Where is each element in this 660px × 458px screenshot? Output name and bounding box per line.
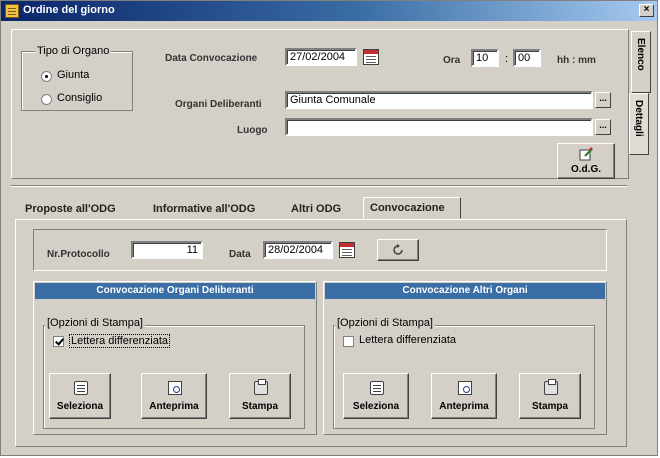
window-title: Ordine del giorno [23,4,115,16]
stampa-button-right[interactable]: Stampa [519,373,581,419]
seleziona-button-left[interactable]: Seleziona [49,373,111,419]
preview-icon [458,381,472,395]
select-icon [370,381,384,395]
side-tab-dettagli-label: Dettagli [633,100,644,137]
data-label: Data [229,249,251,260]
print-icon [544,379,558,395]
anteprima-button-right[interactable]: Anteprima [431,373,497,419]
stampa-label: Stampa [241,401,279,412]
protocollo-label: Nr.Protocollo [47,249,110,260]
ora-label: Ora [443,55,461,66]
tab-proposte[interactable]: Proposte all'ODG [19,199,122,221]
anteprima-button-left[interactable]: Anteprima [141,373,207,419]
tab-convocazione[interactable]: Convocazione [363,197,461,219]
data-protocollo-field[interactable]: 28/02/2004 [263,241,333,259]
ora-separator: : [505,53,509,65]
tab-informative[interactable]: Informative all'ODG [147,199,261,221]
document-edit-icon [579,147,593,161]
protocollo-field[interactable]: 11 [131,241,203,259]
divider [11,185,627,187]
radio-consiglio-label: Consiglio [57,92,103,104]
data-convocazione-label: Data Convocazione [165,53,258,64]
title-bar[interactable]: Ordine del giorno × [1,1,657,21]
organi-lookup-button[interactable]: ... [595,92,611,108]
side-tab-elenco[interactable]: Elenco [631,31,651,93]
close-button[interactable]: × [639,4,654,17]
ora-format-label: hh : mm [557,55,596,66]
radio-consiglio[interactable] [41,94,52,105]
calendar-icon[interactable] [339,242,355,258]
refresh-button[interactable] [377,239,419,261]
luogo-lookup-button[interactable]: ... [595,119,611,135]
preview-icon [168,381,182,395]
opzioni-stampa-legend-left: [Opzioni di Stampa] [45,317,145,329]
organi-deliberanti-field[interactable]: Giunta Comunale [285,91,593,109]
lettera-differenziata-checkbox-left[interactable] [53,336,64,347]
radio-giunta-label: Giunta [57,69,90,81]
data-convocazione-field[interactable]: 27/02/2004 [285,48,357,66]
tab-altri-odg[interactable]: Altri ODG [285,199,347,221]
anteprima-label: Anteprima [149,401,199,412]
refresh-icon [393,244,403,255]
organi-deliberanti-label: Organi Deliberanti [175,99,262,110]
anteprima-label: Anteprima [439,401,489,412]
panel-organi-deliberanti-header: Convocazione Organi Deliberanti [35,283,315,299]
lettera-differenziata-checkbox-right[interactable] [343,336,354,347]
opzioni-stampa-legend-right: [Opzioni di Stampa] [335,317,435,329]
calendar-icon[interactable] [363,49,379,65]
panel-altri-organi-header: Convocazione Altri Organi [325,283,605,299]
ordine-del-giorno-window: Ordine del giorno × Elenco Dettagli Tipo… [0,0,658,456]
lettera-differenziata-label-right: Lettera differenziata [359,334,457,346]
odg-button-label: O.d.G. [571,164,601,175]
app-icon [5,4,19,18]
luogo-label: Luogo [237,125,268,136]
side-tab-dettagli[interactable]: Dettagli [629,93,649,155]
stampa-label: Stampa [531,401,569,412]
ora-minutes-field[interactable]: 00 [513,49,541,67]
lettera-differenziata-label-left: Lettera differenziata [69,334,171,348]
select-icon [74,381,88,395]
ora-hours-field[interactable]: 10 [471,49,499,67]
side-tab-elenco-label: Elenco [635,38,646,71]
odg-button[interactable]: O.d.G. [557,143,615,179]
seleziona-label: Seleziona [352,401,400,412]
print-icon [254,379,268,395]
seleziona-label: Seleziona [56,401,104,412]
seleziona-button-right[interactable]: Seleziona [343,373,409,419]
radio-giunta[interactable] [41,71,52,82]
tipo-organo-legend: Tipo di Organo [35,45,112,57]
stampa-button-left[interactable]: Stampa [229,373,291,419]
luogo-field[interactable] [285,118,593,136]
